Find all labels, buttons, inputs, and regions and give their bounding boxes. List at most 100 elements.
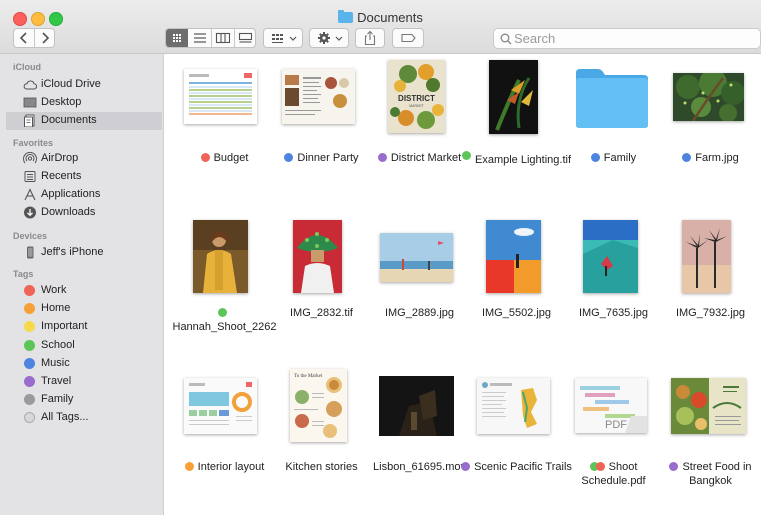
tag-color-icon xyxy=(24,285,35,296)
share-button[interactable] xyxy=(355,28,385,48)
icon-view-button[interactable] xyxy=(166,29,188,47)
search-icon xyxy=(500,30,512,51)
sidebar-item-label: Documents xyxy=(41,114,97,126)
sidebar-item-label: Music xyxy=(41,356,70,369)
file-thumbnail xyxy=(682,220,731,293)
file-thumbnail xyxy=(583,220,638,293)
sidebar-item-label: Work xyxy=(41,284,67,296)
sidebar: iCloud iCloud Drive Desktop Documents Fa… xyxy=(0,54,164,515)
back-button[interactable] xyxy=(14,29,35,47)
downloads-icon xyxy=(23,206,36,219)
magazine-thumbnail: To the Market xyxy=(290,369,347,442)
file-name: Dinner Party xyxy=(265,151,378,165)
tag-color-icon xyxy=(24,357,35,369)
tag-dot xyxy=(184,462,194,471)
tag-color-icon xyxy=(24,394,35,406)
sidebar-item-applications[interactable]: Applications xyxy=(6,186,162,204)
search-input[interactable] xyxy=(514,29,744,48)
forward-button[interactable] xyxy=(35,29,55,47)
list-view-button[interactable] xyxy=(189,29,212,47)
sidebar-item-label: iCloud Drive xyxy=(41,78,101,90)
search-field[interactable] xyxy=(493,28,761,49)
tag-dot xyxy=(200,153,210,162)
iphone-icon xyxy=(23,246,36,259)
applications-icon xyxy=(23,188,36,201)
file-thumbnail xyxy=(380,233,453,282)
sidebar-item-tag-important[interactable]: Important xyxy=(6,318,162,336)
sidebar-item-label: Jeff's iPhone xyxy=(41,246,104,258)
sidebar-item-recents[interactable]: Recents xyxy=(6,168,162,186)
share-icon xyxy=(364,30,376,46)
file-name: Street Food in Bangkok xyxy=(654,460,761,488)
sidebar-item-label: Desktop xyxy=(41,96,82,108)
file-thumbnail xyxy=(673,73,744,121)
sidebar-item-tag-family[interactable]: Family xyxy=(6,391,162,409)
sidebar-section-tags: Tags xyxy=(13,269,34,279)
icon-view-icon xyxy=(173,34,181,42)
sidebar-item-icloud-drive[interactable]: iCloud Drive xyxy=(6,76,162,94)
gallery-view-button[interactable] xyxy=(235,29,256,47)
sidebar-item-jeffs-iphone[interactable]: Jeff's iPhone xyxy=(6,244,162,262)
group-by-button[interactable] xyxy=(263,28,303,48)
sidebar-section-icloud: iCloud xyxy=(13,62,41,72)
tag-dot xyxy=(682,153,692,162)
sidebar-item-label: Recents xyxy=(41,170,82,182)
sidebar-item-tag-travel[interactable]: Travel xyxy=(6,373,162,391)
file-thumbnail xyxy=(379,376,454,436)
tag-dot xyxy=(669,462,679,471)
navigation-buttons xyxy=(13,28,55,48)
photo-thumbnail xyxy=(486,220,541,293)
book-spread-thumbnail xyxy=(671,378,746,434)
sidebar-item-tag-work[interactable]: Work xyxy=(6,282,162,300)
file-thumbnail xyxy=(489,60,538,134)
file-thumbnail xyxy=(184,378,257,434)
cloud-icon xyxy=(23,78,38,91)
sidebar-item-documents[interactable]: Documents xyxy=(6,112,162,130)
sidebar-item-tag-all-tags[interactable]: All Tags... xyxy=(6,409,162,427)
tag-dot xyxy=(377,153,387,162)
tag-dot xyxy=(284,153,294,162)
file-thumbnail: To the Market xyxy=(290,369,347,442)
column-view-button[interactable] xyxy=(212,29,235,47)
folder-icon xyxy=(574,67,650,134)
file-grid: Budget Dinner Party DISTRICT MARKET Dist… xyxy=(164,54,761,515)
sidebar-item-tag-school[interactable]: School xyxy=(6,337,162,355)
tag-color-icon xyxy=(24,412,35,424)
sidebar-item-desktop[interactable]: Desktop xyxy=(6,94,162,112)
sidebar-item-label: Family xyxy=(41,393,74,406)
book-cover-title: DISTRICT xyxy=(398,94,435,103)
tag-dot xyxy=(590,153,600,162)
sidebar-section-favorites: Favorites xyxy=(13,138,54,148)
file-name: Kitchen stories xyxy=(285,461,358,473)
window-title: Documents xyxy=(0,10,761,25)
group-by-icon xyxy=(272,34,297,43)
tag-button[interactable] xyxy=(392,28,424,48)
sidebar-item-label: Downloads xyxy=(41,206,96,218)
documents-icon xyxy=(23,114,36,128)
sidebar-item-tag-music[interactable]: Music xyxy=(6,355,162,373)
sidebar-item-label: All Tags... xyxy=(41,411,89,424)
magazine-title: To the Market xyxy=(294,374,323,379)
file-thumbnail: PDF xyxy=(575,378,647,433)
sidebar-item-downloads[interactable]: Downloads xyxy=(6,204,162,222)
file-thumbnail xyxy=(193,220,248,293)
spreadsheet-thumbnail xyxy=(184,69,257,124)
sidebar-item-tag-home[interactable]: Home xyxy=(6,300,162,318)
photo-thumbnail xyxy=(193,220,248,293)
file-thumbnail xyxy=(293,220,342,293)
photo-thumbnail xyxy=(583,220,638,293)
tag-color-icon xyxy=(24,339,35,351)
sidebar-item-airdrop[interactable]: AirDrop xyxy=(6,150,162,168)
gear-icon xyxy=(318,32,343,44)
file-name: Farm.jpg xyxy=(654,151,761,165)
file-name: IMG_7932.jpg xyxy=(675,307,746,319)
pdf-thumbnail: PDF xyxy=(575,378,647,433)
tag-color-icon xyxy=(24,376,35,387)
file-thumbnail xyxy=(184,69,257,124)
chevron-right-icon xyxy=(42,32,50,44)
sidebar-section-devices: Devices xyxy=(13,231,48,241)
toolbar: Documents xyxy=(0,0,761,54)
sidebar-item-label: Home xyxy=(41,302,71,315)
photo-thumbnail xyxy=(380,233,453,282)
action-menu-button[interactable] xyxy=(309,28,349,48)
